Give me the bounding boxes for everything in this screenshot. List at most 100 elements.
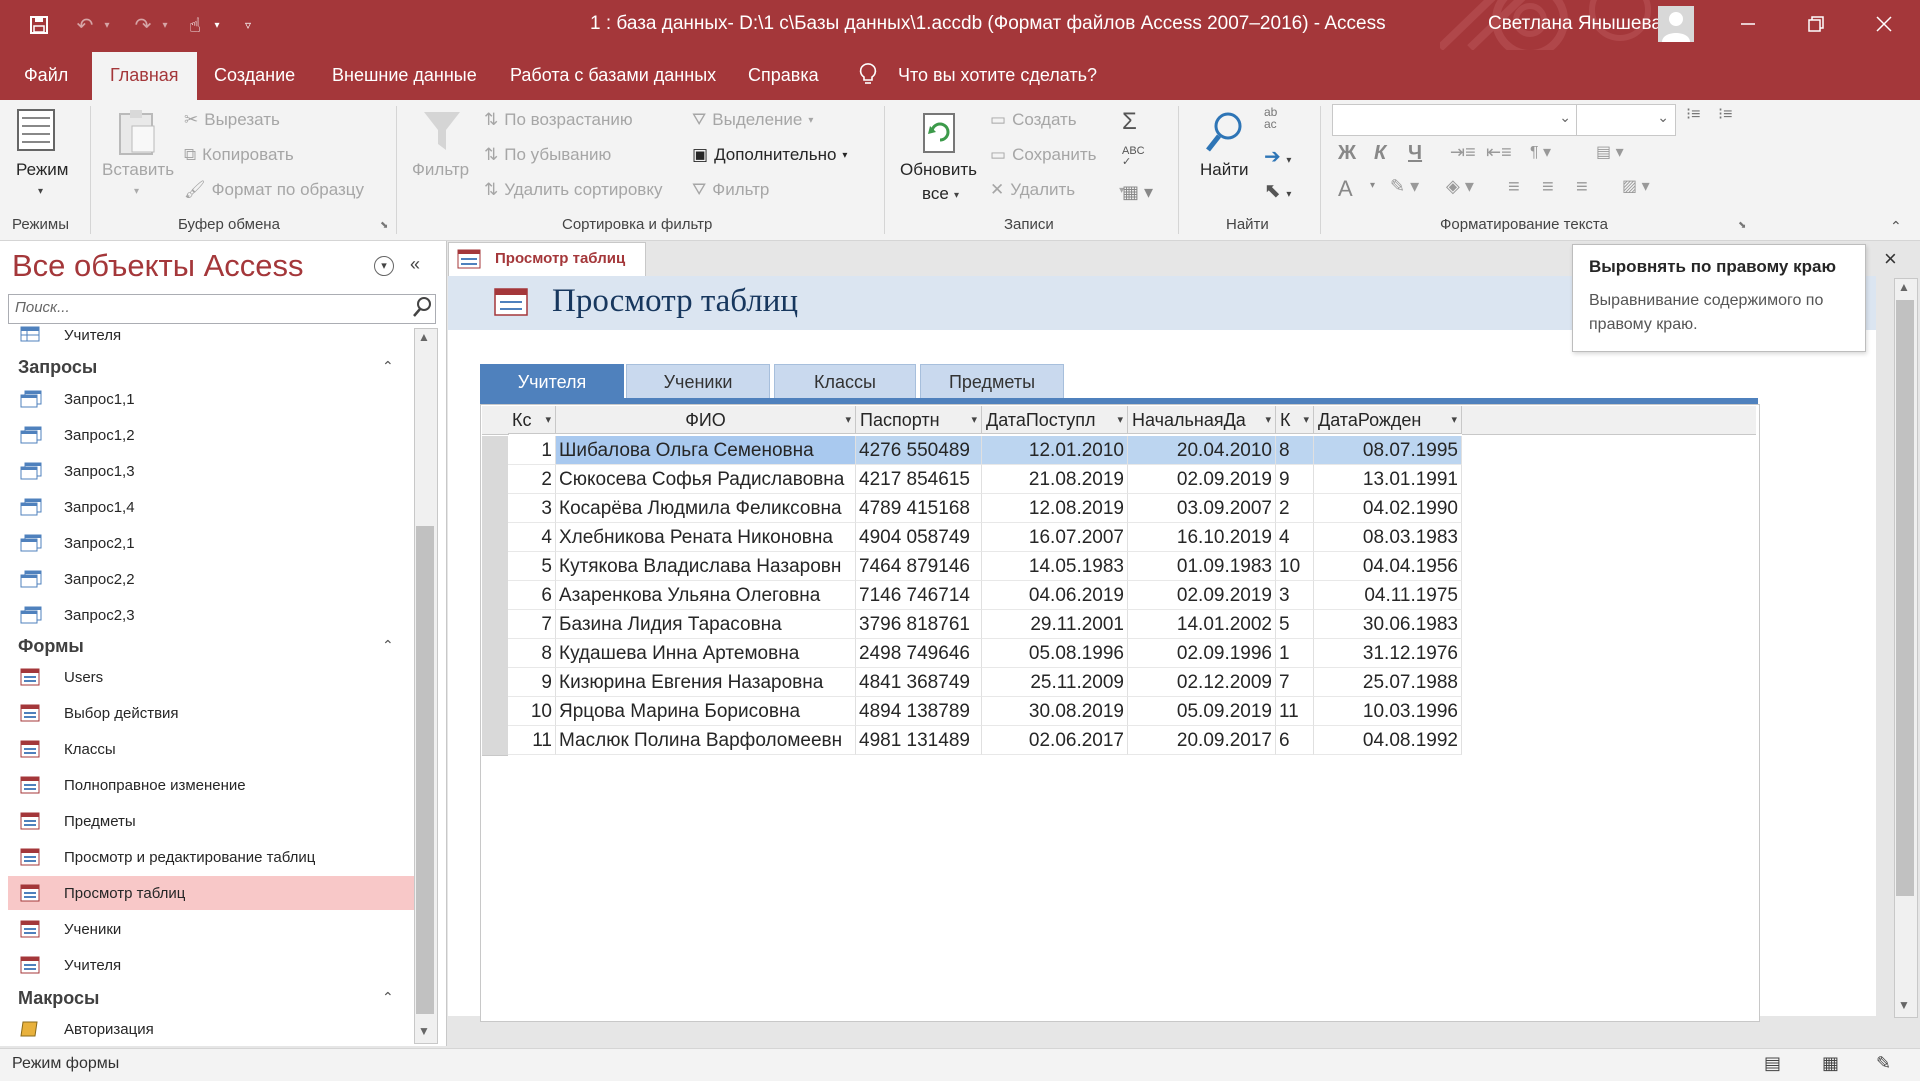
row-selector[interactable] (482, 436, 508, 466)
table-cell[interactable]: 13.01.1991 (1314, 465, 1462, 494)
nav-item-form[interactable]: Users (20, 660, 408, 694)
table-cell[interactable]: 02.12.2009 (1128, 668, 1276, 697)
nav-scrollbar-thumb[interactable] (416, 526, 434, 1014)
row-selector[interactable] (482, 697, 508, 727)
table-cell[interactable]: 3796 818761 (856, 610, 982, 639)
table-cell[interactable]: 9 (1276, 465, 1314, 494)
column-header[interactable]: ДатаПоступл ▾ (982, 406, 1128, 434)
nav-item-form[interactable]: Выбор действия (20, 696, 408, 730)
column-dropdown-icon[interactable]: ▾ (971, 406, 977, 433)
nav-item-query[interactable]: Запрос1,2 (20, 418, 408, 452)
fill-color-icon[interactable]: ◈ ▾ (1446, 176, 1474, 197)
tab-external-data[interactable]: Внешние данные (332, 52, 477, 98)
font-color-button[interactable]: A (1338, 176, 1353, 202)
column-header[interactable]: ДатаРожден ▾ (1314, 406, 1462, 434)
table-cell[interactable]: Хлебникова Рената Никоновна (556, 523, 856, 552)
collapse-macros-icon[interactable]: ⌃ (382, 989, 394, 1006)
table-cell[interactable]: 4217 854615 (856, 465, 982, 494)
nav-item-macro[interactable]: Авторизация (20, 1012, 408, 1046)
text-format-launcher-icon[interactable]: ⬊ (1738, 220, 1746, 231)
nav-item-query[interactable]: Запрос2,1 (20, 526, 408, 560)
sort-ascending-button[interactable]: ⇅ По возрастанию (484, 110, 633, 130)
row-selector[interactable] (482, 465, 508, 495)
find-button[interactable]: Найти (1200, 160, 1249, 180)
document-tab[interactable]: Просмотр таблиц (448, 242, 646, 277)
table-cell[interactable]: 4 (1276, 523, 1314, 552)
table-cell[interactable]: 7146 746714 (856, 581, 982, 610)
nav-menu-dropdown-icon[interactable]: ▾ (374, 256, 394, 276)
table-cell[interactable]: 2 (508, 465, 556, 494)
avatar[interactable] (1658, 6, 1694, 42)
nav-item-form[interactable]: Классы (20, 732, 408, 766)
nav-category-forms[interactable]: Формы (18, 636, 84, 657)
refresh-all-button[interactable]: Обновить (900, 160, 977, 180)
save-icon[interactable] (24, 10, 54, 40)
column-header[interactable]: Паспортн ▾ (856, 406, 982, 434)
table-cell[interactable]: 02.09.2019 (1128, 465, 1276, 494)
table-cell[interactable]: 10 (508, 697, 556, 726)
scroll-down-icon[interactable]: ▼ (418, 1024, 430, 1038)
close-document-icon[interactable]: × (1884, 246, 1897, 272)
table-cell[interactable]: Кутякова Владислава Назаровн (556, 552, 856, 581)
column-dropdown-icon[interactable]: ▾ (1451, 406, 1457, 433)
touch-mode-icon[interactable]: ☝ (180, 10, 210, 40)
column-dropdown-icon[interactable]: ▾ (1265, 406, 1271, 433)
row-selector[interactable] (482, 581, 508, 611)
table-cell[interactable]: 2 (1276, 494, 1314, 523)
table-cell[interactable]: 5 (1276, 610, 1314, 639)
italic-button[interactable]: К (1374, 142, 1386, 165)
table-cell[interactable]: 1 (508, 436, 556, 465)
table-cell[interactable]: 01.09.1983 (1128, 552, 1276, 581)
nav-category-queries[interactable]: Запросы (18, 357, 97, 378)
numbering-icon[interactable]: ⁝≡ (1718, 107, 1732, 123)
table-cell[interactable]: Шибалова Ольга Семеновна (556, 436, 856, 465)
table-cell[interactable]: 12.08.2019 (982, 494, 1128, 523)
tab-help[interactable]: Справка (748, 52, 819, 98)
nav-item-table-teachers[interactable]: Учителя (20, 318, 408, 352)
font-name-combo[interactable]: ⌄ (1332, 104, 1578, 136)
save-record-button[interactable]: ▭ Сохранить (990, 145, 1097, 165)
table-cell[interactable]: 20.09.2017 (1128, 726, 1276, 755)
minimize-icon[interactable] (1720, 0, 1776, 48)
replace-icon[interactable]: ab ac (1264, 106, 1277, 130)
clipboard-launcher-icon[interactable]: ⬊ (380, 220, 388, 231)
highlight-icon[interactable]: ✎ ▾ (1390, 176, 1419, 197)
paste-dropdown-icon[interactable]: ▾ (134, 186, 139, 197)
delete-record-button[interactable]: ✕ Удалить ▾ (990, 180, 1124, 200)
remove-sort-button[interactable]: ⇅ Удалить сортировку (484, 180, 662, 200)
table-cell[interactable]: 3 (1276, 581, 1314, 610)
table-cell[interactable]: 04.06.2019 (982, 581, 1128, 610)
table-cell[interactable]: 4276 550489 (856, 436, 982, 465)
tab-file[interactable]: Файл (24, 52, 68, 98)
bold-button[interactable]: Ж (1338, 142, 1356, 165)
table-cell[interactable]: 31.12.1976 (1314, 639, 1462, 668)
collapse-queries-icon[interactable]: ⌃ (382, 358, 394, 375)
column-dropdown-icon[interactable]: ▾ (1117, 406, 1123, 433)
table-cell[interactable]: 9 (508, 668, 556, 697)
nav-item-form[interactable]: Просмотр таблиц (8, 876, 422, 910)
table-cell[interactable]: 6 (1276, 726, 1314, 755)
table-cell[interactable]: 29.11.2001 (982, 610, 1128, 639)
design-view-icon[interactable]: ✎ (1876, 1053, 1891, 1074)
table-cell[interactable]: 05.09.2019 (1128, 697, 1276, 726)
column-dropdown-icon[interactable]: ▾ (1303, 406, 1309, 433)
nav-item-form[interactable]: Ученики (20, 912, 408, 946)
toggle-filter-button[interactable]: ⛛ Фильтр (692, 180, 769, 200)
table-cell[interactable]: 30.06.1983 (1314, 610, 1462, 639)
table-cell[interactable]: 8 (508, 639, 556, 668)
customize-qat-icon[interactable]: ▿ (238, 10, 258, 40)
table-cell[interactable]: 14.01.2002 (1128, 610, 1276, 639)
table-cell[interactable]: 8 (1276, 436, 1314, 465)
table-cell[interactable]: 16.07.2007 (982, 523, 1128, 552)
touch-dropdown-icon[interactable]: ▾ (210, 10, 224, 40)
table-cell[interactable]: 04.11.1975 (1314, 581, 1462, 610)
column-header[interactable]: К ▾ (1276, 406, 1314, 434)
table-cell[interactable]: 02.09.1996 (1128, 639, 1276, 668)
tell-me-search[interactable]: Что вы хотите сделать? (898, 52, 1097, 98)
nav-item-query[interactable]: Запрос2,2 (20, 562, 408, 596)
align-left-icon[interactable]: ≡ (1508, 176, 1520, 199)
column-header[interactable]: ФИО ▾ (556, 406, 856, 434)
new-record-button[interactable]: ▭ Создать (990, 110, 1077, 130)
gridlines-icon[interactable]: ▤ ▾ (1596, 142, 1624, 162)
format-painter-button[interactable]: 🖌 Формат по образцу (184, 180, 364, 200)
